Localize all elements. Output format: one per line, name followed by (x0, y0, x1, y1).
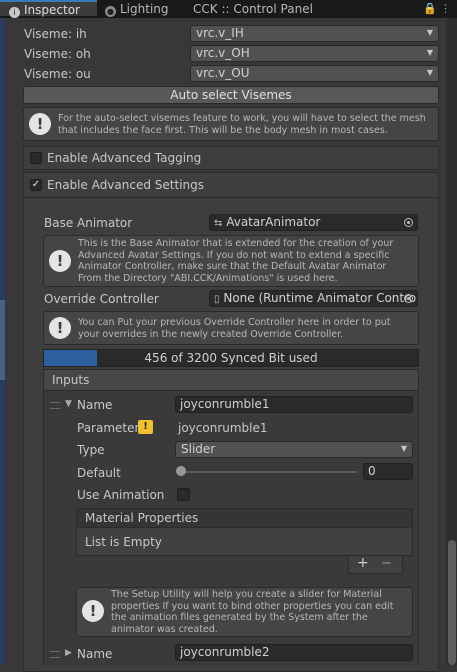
advanced-settings-label: Enable Advanced Settings (47, 178, 204, 192)
inputs-header-label: Inputs (52, 373, 90, 387)
inputs-header: Inputs (43, 369, 419, 391)
tab-inspector[interactable]: i Inspector (0, 0, 97, 18)
advanced-tagging-label: Enable Advanced Tagging (47, 151, 202, 165)
viseme-oh-dropdown[interactable]: vrc.v_OH ▼ (190, 45, 439, 62)
info-icon: ! (82, 600, 104, 622)
info-icon: ! (49, 250, 71, 272)
tab-bar: i Inspector ● Lighting CCK :: Control Pane… (0, 0, 457, 18)
base-animator-help-text: This is the Base Animator that is extend… (78, 238, 394, 284)
viseme-ih-label: Viseme: ih (24, 27, 87, 41)
viseme-help-text: For the auto-select visemes feature to w… (58, 113, 426, 136)
lock-icon[interactable]: 🔒 (423, 0, 437, 18)
tab-cck-label: CCK :: Control Panel (193, 2, 313, 16)
scrollbar-thumb[interactable] (448, 540, 456, 665)
input1-default-value: 0 (368, 464, 376, 478)
info-icon: i (9, 7, 20, 18)
synced-bits-progress: 456 of 3200 Synced Bit used (43, 349, 419, 367)
base-animator-field[interactable]: ⇆ AvatarAnimator (209, 214, 418, 231)
viseme-ou-dropdown[interactable]: vrc.v_OU ▼ (190, 65, 439, 82)
default-slider-track[interactable] (181, 471, 357, 473)
chevron-down-icon: ▼ (426, 28, 433, 37)
viseme-ou-label: Viseme: ou (24, 67, 91, 81)
tab-inspector-label: Inspector (24, 3, 80, 17)
info-icon: ! (49, 317, 71, 339)
setup-utility-help-box: ! The Setup Utility will help you create… (76, 587, 413, 637)
viseme-oh-value: vrc.v_OH (196, 46, 250, 60)
base-animator-help-box: ! This is the Base Animator that is exte… (43, 235, 419, 287)
bulb-icon: ● (105, 6, 116, 17)
more-options-icon[interactable]: ⋮ (440, 0, 451, 18)
divider (24, 197, 438, 198)
input2-name-field[interactable]: joyconrumble2 (175, 644, 413, 661)
material-properties-empty: List is Empty (85, 535, 162, 549)
scene-view-edge-highlight (0, 300, 5, 380)
drag-handle-icon[interactable] (50, 651, 60, 658)
synced-bits-text: 456 of 3200 Synced Bit used (144, 351, 318, 365)
setup-utility-help-text: The Setup Utility will help you create a… (111, 589, 394, 635)
animator-controller-icon: ⇆ (214, 218, 223, 229)
chevron-down-icon: ▼ (426, 48, 433, 57)
object-picker-icon[interactable] (404, 294, 413, 303)
viseme-oh-label: Viseme: oh (24, 47, 91, 61)
override-controller-value: None (Runtime Animator Contro (223, 291, 417, 305)
file-icon: ▯ (214, 294, 220, 305)
override-help-box: ! You can Put your previous Override Con… (43, 311, 419, 345)
input2-name-label: Name (77, 647, 113, 661)
viseme-ih-dropdown[interactable]: vrc.v_IH ▼ (190, 25, 439, 42)
tab-lighting[interactable]: ● Lighting (105, 0, 169, 18)
base-animator-value: AvatarAnimator (226, 215, 321, 229)
input2-name-value: joyconrumble2 (180, 645, 270, 659)
chevron-down-icon: ▼ (400, 444, 407, 453)
info-icon: ! (29, 113, 51, 135)
foldout-collapsed-icon[interactable]: ▶ (65, 648, 72, 658)
input1-name-field[interactable]: joyconrumble1 (175, 396, 413, 413)
material-list-footer: + − (348, 555, 403, 574)
input1-name-label: Name (77, 398, 113, 412)
material-properties-header: Material Properties (76, 508, 413, 528)
advanced-tagging-checkbox[interactable] (30, 152, 42, 164)
override-help-text: You can Put your previous Override Contr… (78, 317, 391, 340)
auto-select-visemes-button[interactable]: Auto select Visemes (23, 86, 439, 104)
viseme-ih-value: vrc.v_IH (196, 26, 244, 40)
material-properties-label: Material Properties (85, 511, 199, 525)
chevron-down-icon: ▼ (426, 68, 433, 77)
input1-use-animation-label: Use Animation (77, 488, 165, 502)
object-picker-icon[interactable] (404, 218, 413, 227)
material-properties-list: List is Empty (76, 528, 413, 556)
use-animation-checkbox[interactable] (177, 488, 190, 501)
add-item-button[interactable]: + (357, 555, 369, 571)
input1-name-value: joyconrumble1 (180, 397, 270, 411)
advanced-tagging-section: Enable Advanced Tagging (23, 146, 439, 170)
input1-parameter-label: Parameter (77, 421, 140, 435)
input1-parameter-value: joyconrumble1 (178, 421, 268, 435)
advanced-settings-checkbox[interactable]: ✓ (30, 179, 42, 191)
warning-icon: ! (138, 420, 153, 434)
viseme-help-box: ! For the auto-select visemes feature to… (23, 107, 439, 141)
viseme-ou-value: vrc.v_OU (196, 66, 250, 80)
clipped-row (24, 18, 184, 22)
input1-type-value: Slider (181, 442, 216, 456)
tab-lighting-label: Lighting (120, 2, 169, 16)
input1-default-field[interactable]: 0 (363, 463, 413, 480)
foldout-expanded-icon[interactable]: ▼ (65, 399, 72, 409)
override-controller-label: Override Controller (44, 292, 159, 306)
input1-type-label: Type (77, 443, 105, 457)
input1-default-label: Default (77, 466, 121, 480)
drag-handle-icon[interactable] (50, 402, 60, 409)
input1-type-dropdown[interactable]: Slider ▼ (175, 441, 413, 458)
tab-cck-control-panel[interactable]: CCK :: Control Panel (193, 0, 313, 18)
remove-item-button[interactable]: − (381, 556, 392, 571)
default-slider-thumb[interactable] (176, 466, 186, 476)
base-animator-label: Base Animator (44, 216, 133, 230)
override-controller-field[interactable]: ▯ None (Runtime Animator Contro (209, 290, 418, 307)
